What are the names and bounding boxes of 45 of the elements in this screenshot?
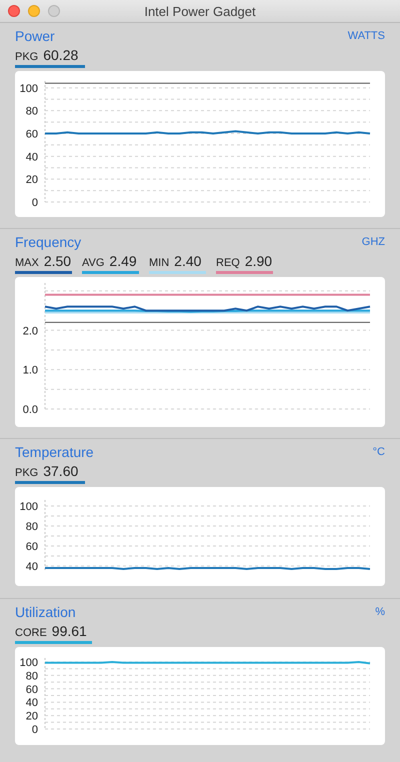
unit-label: % xyxy=(375,606,385,618)
legend-label: REQ xyxy=(216,257,240,269)
axis-tick-label: 60 xyxy=(26,128,38,140)
axis-tick-label: 0.0 xyxy=(22,404,38,416)
legend-value: 2.90 xyxy=(244,253,272,269)
axis-tick-label: 2.0 xyxy=(22,325,38,338)
legend-label: AVG xyxy=(82,257,104,269)
section-title: Power xyxy=(15,28,55,44)
legend-label: CORE xyxy=(15,627,47,639)
axis-tick-label: 100 xyxy=(20,82,38,95)
legend-label: PKG xyxy=(15,467,38,479)
legend-value: 37.60 xyxy=(43,463,78,479)
section-title: Utilization xyxy=(15,604,76,620)
legend-value: 2.50 xyxy=(44,253,72,269)
legend-label: MAX xyxy=(15,257,39,269)
axis-tick-label: 20 xyxy=(26,710,38,723)
window-title: Intel Power Gadget xyxy=(144,4,256,18)
section-title: Frequency xyxy=(15,234,82,250)
minimize-button[interactable] xyxy=(28,5,40,17)
legend-value: 99.61 xyxy=(52,623,87,639)
axis-tick-label: 40 xyxy=(26,561,38,573)
legend-value: 2.49 xyxy=(109,253,137,269)
axis-tick-label: 40 xyxy=(26,697,38,710)
axis-tick-label: 20 xyxy=(26,174,38,186)
axis-tick-label: 60 xyxy=(26,684,38,696)
axis-tick-label: 80 xyxy=(26,670,38,682)
section-title: Temperature xyxy=(15,444,94,460)
unit-label: GHZ xyxy=(362,236,385,248)
axis-tick-label: 40 xyxy=(26,151,38,164)
legend-label: PKG xyxy=(15,51,38,63)
axis-tick-label: 0 xyxy=(32,724,38,736)
legend-value: 60.28 xyxy=(43,47,78,63)
axis-tick-label: 80 xyxy=(26,106,38,118)
legend-value: 2.40 xyxy=(174,253,202,269)
unit-label: WATTS xyxy=(348,30,385,42)
axis-tick-label: 100 xyxy=(20,657,38,670)
close-button[interactable] xyxy=(8,5,20,17)
axis-tick-label: 100 xyxy=(20,501,38,513)
axis-tick-label: 80 xyxy=(26,521,38,533)
axis-tick-label: 0 xyxy=(32,197,38,209)
unit-label: °C xyxy=(372,446,385,458)
axis-tick-label: 60 xyxy=(26,541,38,553)
legend-label: MIN xyxy=(149,257,170,269)
zoom-button[interactable] xyxy=(48,5,60,17)
axis-tick-label: 1.0 xyxy=(22,364,38,377)
